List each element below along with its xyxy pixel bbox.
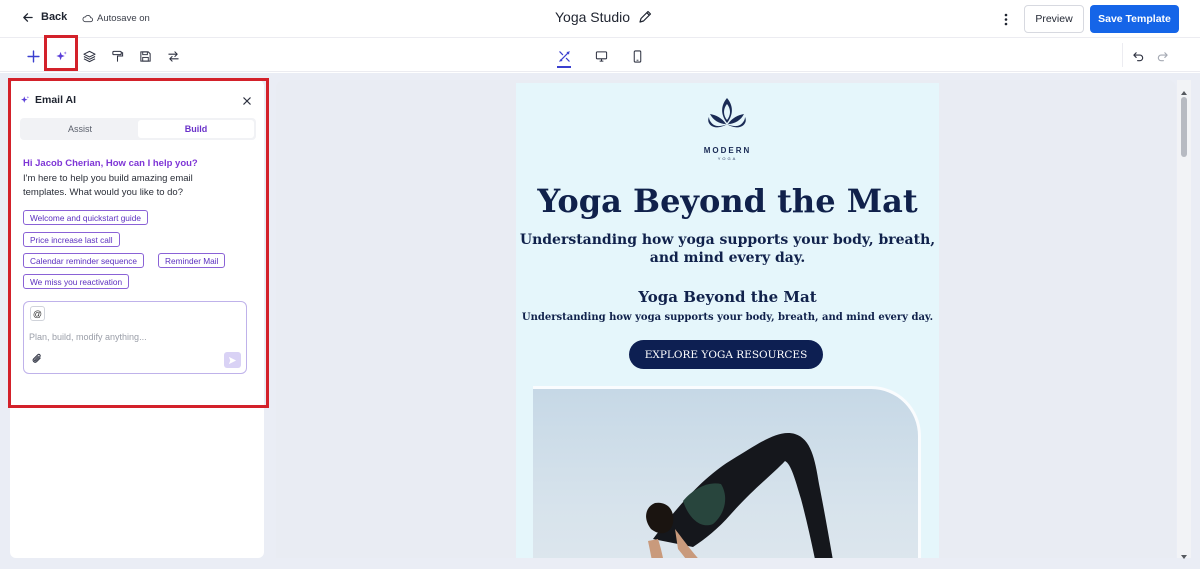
- back-label: Back: [41, 11, 68, 23]
- arrow-left-icon: [23, 12, 33, 22]
- pencil-icon[interactable]: [638, 10, 652, 24]
- template-title[interactable]: Yoga Studio: [555, 9, 652, 25]
- scroll-up-icon[interactable]: [1180, 84, 1188, 95]
- scrollbar-thumb[interactable]: [1181, 97, 1187, 157]
- logo-subtext: YOGA: [717, 156, 738, 161]
- email-section-subheading: Understanding how yoga supports your bod…: [521, 312, 934, 323]
- plus-icon[interactable]: [22, 45, 44, 67]
- email-section-heading: Yoga Beyond the Mat: [638, 288, 817, 306]
- history-group-divider: [1122, 43, 1178, 67]
- mobile-icon[interactable]: [626, 45, 648, 67]
- logo-wordmark: MODERN: [703, 146, 752, 155]
- cloud-icon: [82, 14, 93, 23]
- highlight-box-ai-button: [44, 35, 78, 71]
- email-template-preview[interactable]: MODERN YOGA Yoga Beyond the Mat Understa…: [516, 83, 939, 558]
- explore-resources-button[interactable]: EXPLORE YOGA RESOURCES: [629, 340, 823, 369]
- top-header: Back Autosave on Yoga Studio Preview Sav…: [0, 0, 1200, 38]
- email-canvas: MODERN YOGA Yoga Beyond the Mat Understa…: [276, 80, 1176, 558]
- lotus-logo-icon: [702, 96, 752, 138]
- save-template-button[interactable]: Save Template: [1090, 5, 1179, 33]
- autosave-status: Autosave on: [82, 13, 150, 24]
- autosave-label: Autosave on: [97, 13, 150, 24]
- active-device-indicator: [557, 66, 571, 68]
- desktop-icon[interactable]: [590, 45, 612, 67]
- highlight-box-ai-panel: [8, 78, 269, 408]
- yoga-photo: [533, 386, 921, 558]
- scroll-down-icon[interactable]: [1180, 548, 1188, 559]
- preview-button[interactable]: Preview: [1024, 5, 1084, 33]
- email-subheadline: Understanding how yoga supports your bod…: [519, 232, 936, 266]
- template-title-text: Yoga Studio: [555, 9, 630, 25]
- editor-toolbar: [0, 39, 1200, 72]
- save-icon[interactable]: [134, 45, 156, 67]
- paint-roller-icon[interactable]: [106, 45, 128, 67]
- swap-icon[interactable]: [162, 45, 184, 67]
- tools-icon[interactable]: [553, 45, 575, 67]
- more-options-icon[interactable]: [997, 9, 1015, 29]
- email-headline: Yoga Beyond the Mat: [537, 182, 918, 220]
- back-button[interactable]: Back: [22, 11, 67, 23]
- layers-icon[interactable]: [78, 45, 100, 67]
